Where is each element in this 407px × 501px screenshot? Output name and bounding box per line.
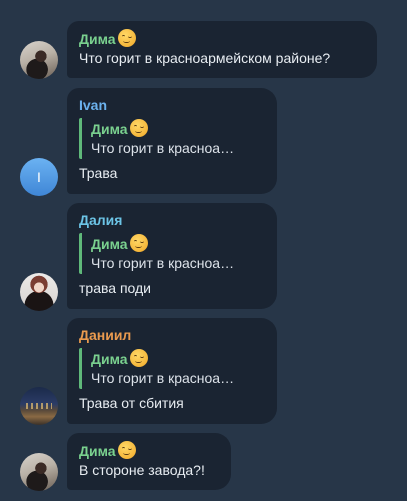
message-bubble[interactable]: Дима В стороне завода?! [67,433,231,490]
sender-name[interactable]: Далия [79,211,265,231]
message-text: Трава от сбития [79,395,184,411]
reply-text: Что горит в красноа… [91,370,235,386]
message-text: В стороне завода?! [79,462,205,478]
winking-face-emoji-icon [117,441,136,459]
winking-face-emoji-icon [117,29,136,47]
message-bubble[interactable]: Далия Дима Что горит в красноа… трава по… [67,203,277,309]
message-text: трава поди [79,280,151,296]
sender-name[interactable]: Даниил [79,326,265,346]
sender-name[interactable]: Дима [79,29,365,49]
reply-quote[interactable]: Дима Что горит в красноа… [79,233,265,274]
message-bubble[interactable]: Даниил Дима Что горит в красноа… Трава о… [67,318,277,424]
avatar[interactable] [20,387,58,425]
sender-name[interactable]: Дима [79,441,219,461]
reply-sender: Дима [91,349,265,369]
reply-text: Что горит в красноа… [91,140,235,156]
reply-quote[interactable]: Дима Что горит в красноа… [79,348,265,389]
message-bubble[interactable]: Ivan Дима Что горит в красноа… Трава [67,88,277,194]
reply-sender: Дима [91,119,265,139]
avatar[interactable]: I [20,158,58,196]
reply-sender: Дима [91,234,265,254]
message-bubble[interactable]: Дима Что горит в красноармейском районе? [67,21,377,78]
message-text: Трава [79,165,118,181]
chat-history[interactable]: Дима Что горит в красноармейском районе?… [0,0,407,501]
message-text: Что горит в красноармейском районе? [79,50,331,66]
avatar-letter: I [37,169,41,185]
winking-face-emoji-icon [129,349,148,367]
winking-face-emoji-icon [129,234,148,252]
avatar[interactable] [20,453,58,491]
reply-quote[interactable]: Дима Что горит в красноа… [79,118,265,159]
avatar[interactable] [20,41,58,79]
reply-text: Что горит в красноа… [91,255,235,271]
avatar[interactable] [20,273,58,311]
sender-name[interactable]: Ivan [79,96,265,116]
winking-face-emoji-icon [129,119,148,137]
